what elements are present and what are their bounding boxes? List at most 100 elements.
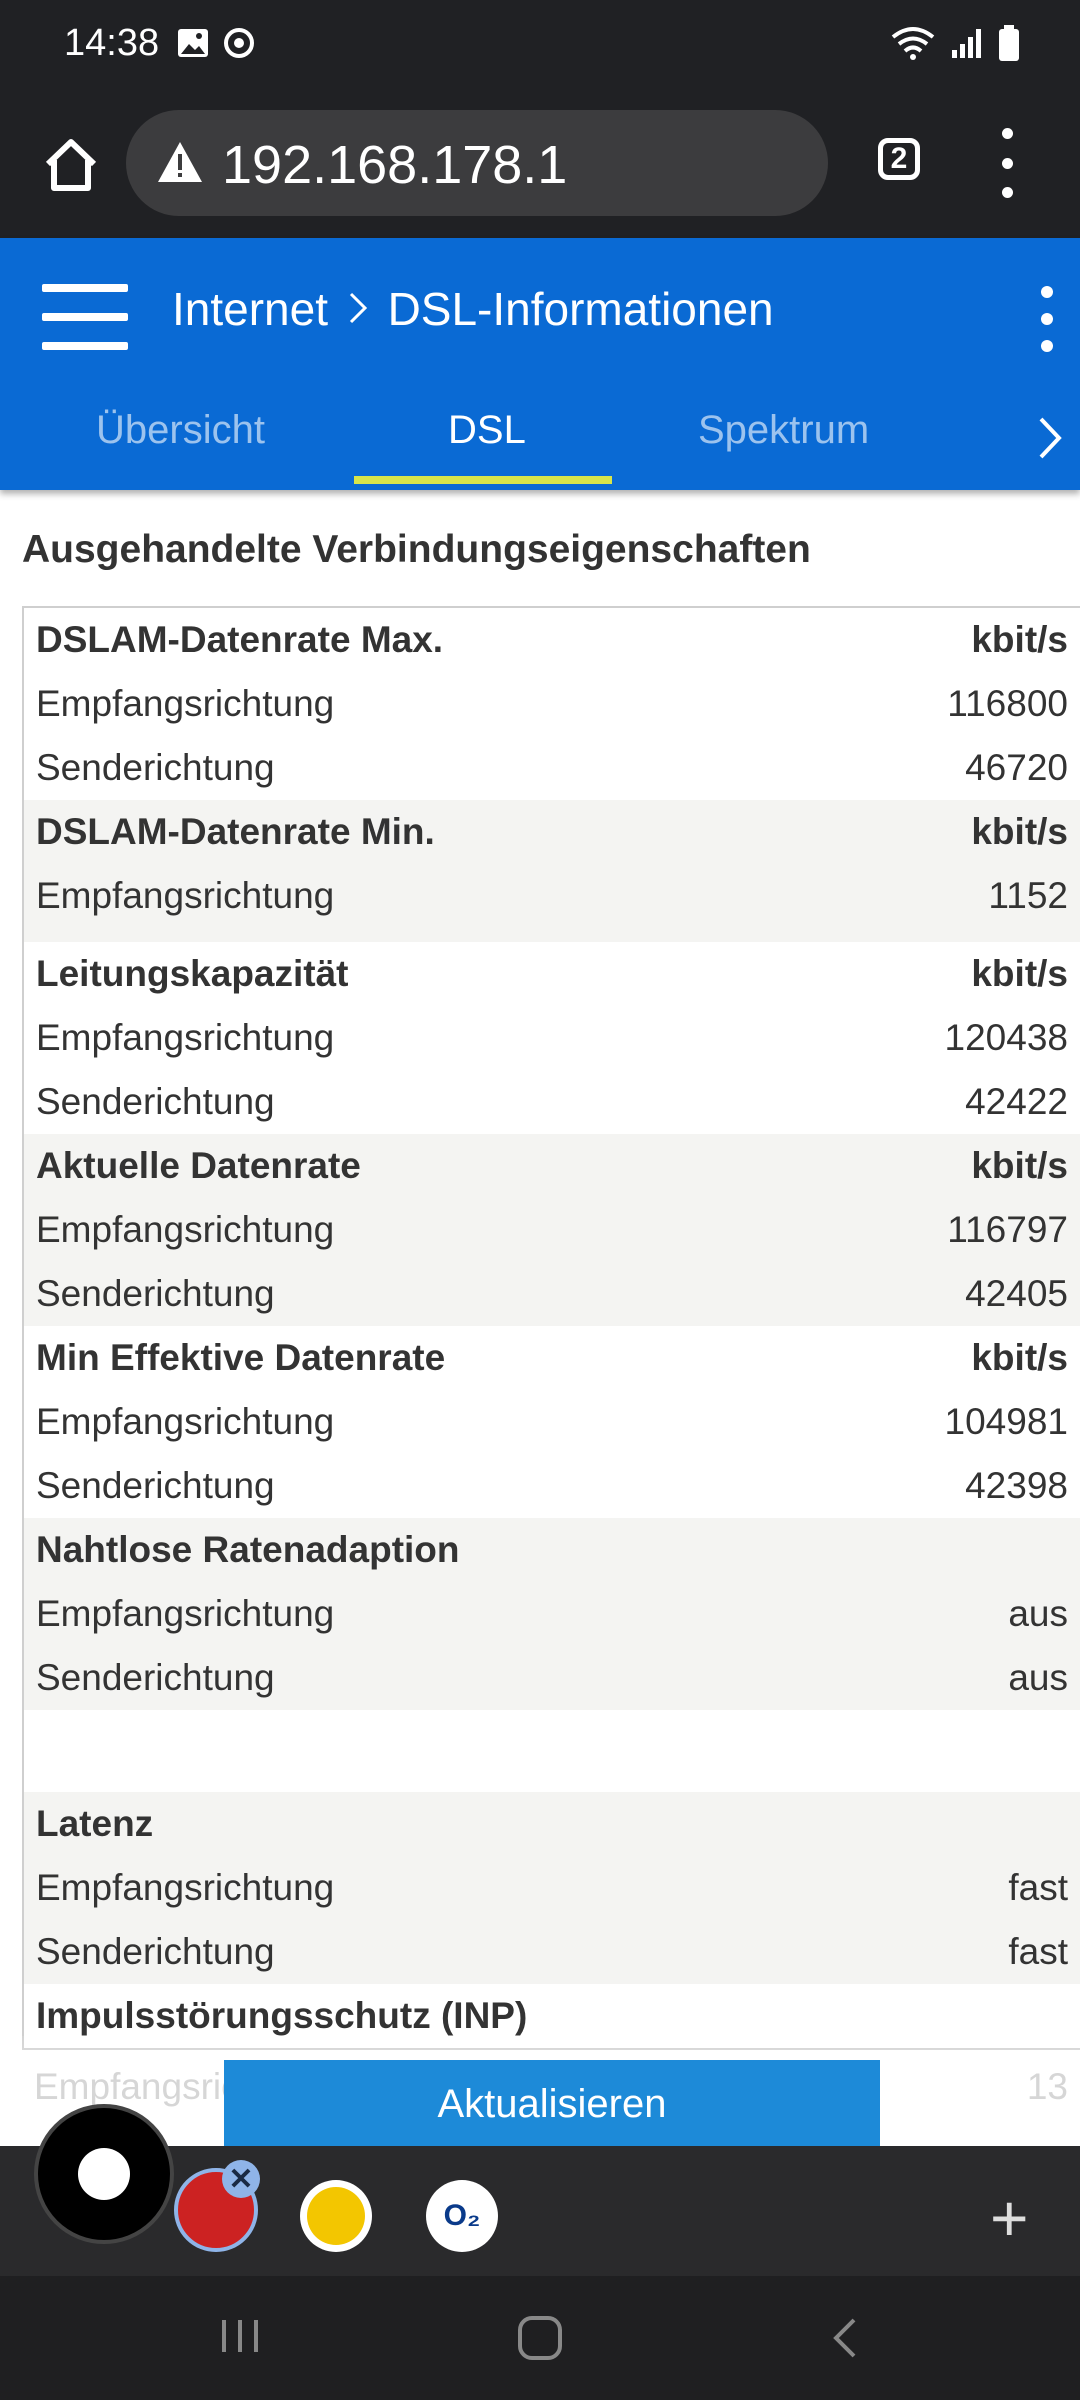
- group-unit: kbit/s: [971, 1145, 1068, 1186]
- group-title: Impulsstörungsschutz (INP): [36, 1995, 528, 2036]
- tabs-next-icon[interactable]: [1036, 414, 1064, 467]
- group-unit: kbit/s: [971, 811, 1068, 852]
- group-title: Aktuelle Datenrate: [36, 1145, 361, 1186]
- group-dslam-max: DSLAM-Datenrate Max. kbit/s Empfangsricht…: [24, 608, 1080, 800]
- add-shortcut-icon[interactable]: +: [990, 2180, 1029, 2256]
- row-value: 42405: [965, 1273, 1068, 1314]
- group-title: Latenz: [36, 1803, 154, 1844]
- group-header: DSLAM-Datenrate Max. kbit/s: [24, 608, 1080, 672]
- system-nav-bar: [0, 2276, 1080, 2400]
- group-dslam-min: DSLAM-Datenrate Min. kbit/s Empfangsricht…: [24, 800, 1080, 942]
- row-label: Empfangsrichtung: [36, 875, 335, 916]
- row-label: Senderichtung: [36, 747, 275, 788]
- browser-toolbar: 192.168.178.1 2: [0, 92, 1080, 238]
- group-unit: kbit/s: [971, 1337, 1068, 1378]
- url-text: 192.168.178.1: [222, 135, 568, 195]
- group-header: DSLAM-Datenrate Min. kbit/s: [24, 800, 1080, 864]
- recent-apps-icon[interactable]: [218, 2314, 262, 2363]
- section-title: Ausgehandelte Verbindungseigenschaften: [22, 528, 811, 571]
- row-label: Senderichtung: [36, 1273, 275, 1314]
- tab-ubersicht[interactable]: Übersicht: [96, 408, 265, 453]
- row-label: Empfangsrichtung: [36, 1401, 335, 1442]
- group-header: Aktuelle Datenrate kbit/s: [24, 1134, 1080, 1198]
- status-bar: 14:38: [0, 0, 1080, 92]
- row-value: 104981: [944, 1401, 1068, 1442]
- table-row: Empfangsrichtung aus: [24, 1582, 1080, 1646]
- group-title: Nahtlose Ratenadaption: [36, 1529, 460, 1570]
- tab-dsl[interactable]: DSL: [448, 408, 526, 453]
- row-value: 46720: [965, 747, 1068, 788]
- table-row: Senderichtung fast: [24, 1920, 1080, 1984]
- row-value: aus: [1008, 1657, 1068, 1698]
- group-header: Nahtlose Ratenadaption: [24, 1518, 1080, 1582]
- row-label: Senderichtung: [36, 1465, 275, 1506]
- row-value: 42398: [965, 1465, 1068, 1506]
- row-value: fast: [1008, 1867, 1068, 1908]
- table-row: Empfangsrichtung 116800: [24, 672, 1080, 736]
- row-label: Empfangsrichtung: [36, 683, 335, 724]
- group-title: Leitungskapazität: [36, 953, 349, 994]
- back-icon[interactable]: [826, 2314, 862, 2367]
- globe-icon: [78, 2148, 130, 2200]
- group-title: DSLAM-Datenrate Max.: [36, 619, 444, 660]
- url-bar[interactable]: 192.168.178.1: [126, 110, 828, 216]
- browser-menu-icon[interactable]: [992, 128, 1022, 198]
- row-value: 120438: [944, 1017, 1068, 1058]
- signal-icon: [950, 26, 984, 65]
- home-nav-icon[interactable]: [516, 2314, 564, 2367]
- table-row: Senderichtung aus: [24, 1646, 1080, 1710]
- table-row: Empfangsrichtung fast: [24, 1856, 1080, 1920]
- group-line-capacity: Leitungskapazität kbit/s Empfangsrichtung…: [24, 942, 1080, 1134]
- status-time: 14:38: [64, 22, 160, 64]
- wifi-icon: [890, 25, 936, 66]
- row-value: 13: [1026, 2066, 1068, 2107]
- group-title: DSLAM-Datenrate Min.: [36, 811, 435, 852]
- battery-icon: [998, 24, 1020, 67]
- update-button[interactable]: Aktualisieren: [224, 2060, 880, 2148]
- row-label: Senderichtung: [36, 1081, 275, 1122]
- row-value: fast: [1008, 1931, 1068, 1972]
- breadcrumb-parent[interactable]: Internet: [172, 283, 328, 335]
- table-gap: [24, 1710, 1080, 1792]
- row-label: Empfangsrichtung: [36, 1209, 335, 1250]
- floating-action-button[interactable]: [34, 2104, 174, 2244]
- connection-properties-table: DSLAM-Datenrate Max. kbit/s Empfangsricht…: [22, 606, 1080, 2050]
- group-current-rate: Aktuelle Datenrate kbit/s Empfangsrichtun…: [24, 1134, 1080, 1326]
- group-title: Min Effektive Datenrate: [36, 1337, 446, 1378]
- row-label: Senderichtung: [36, 1931, 275, 1972]
- table-row: Senderichtung 42422: [24, 1070, 1080, 1134]
- group-seamless-rate-adaption: Nahtlose Ratenadaption Empfangsrichtung a…: [24, 1518, 1080, 1710]
- group-header: Leitungskapazität kbit/s: [24, 942, 1080, 1006]
- row-value: 116800: [947, 683, 1068, 724]
- table-row: Empfangsrichtung 1152: [24, 864, 1080, 928]
- row-value: 1152: [988, 875, 1068, 916]
- home-icon[interactable]: [36, 130, 106, 200]
- group-unit: kbit/s: [971, 953, 1068, 994]
- row-value: 42422: [965, 1081, 1068, 1122]
- table-row: Empfangsrichtung 120438: [24, 1006, 1080, 1070]
- bank-shortcut-icon[interactable]: [300, 2180, 372, 2252]
- row-label: Senderichtung: [36, 1657, 275, 1698]
- table-row: Senderichtung 46720: [24, 736, 1080, 800]
- warning-icon[interactable]: [156, 140, 204, 189]
- hamburger-menu-icon[interactable]: [42, 284, 128, 350]
- tab-switcher-button[interactable]: 2: [878, 138, 920, 180]
- group-min-effective-rate: Min Effektive Datenrate kbit/s Empfangsri…: [24, 1326, 1080, 1518]
- group-header: Latenz: [24, 1792, 1080, 1856]
- active-tab-indicator: [354, 476, 612, 484]
- row-value: aus: [1008, 1593, 1068, 1634]
- close-icon[interactable]: ✕: [222, 2160, 260, 2198]
- overflow-menu-icon[interactable]: [1040, 286, 1054, 352]
- breadcrumb-current: DSL-Informationen: [387, 283, 774, 335]
- row-label: Empfangsrichtung: [36, 1593, 335, 1634]
- group-unit: kbit/s: [971, 619, 1068, 660]
- table-row: Senderichtung 42398: [24, 1454, 1080, 1518]
- row-value: 116797: [947, 1209, 1068, 1250]
- sync-icon: [222, 26, 256, 65]
- o2-shortcut-icon[interactable]: O₂: [426, 2180, 498, 2252]
- group-latency: Latenz Empfangsrichtung fast Senderichtun…: [24, 1792, 1080, 1984]
- gallery-icon: [176, 26, 210, 65]
- breadcrumb: Internet DSL-Informationen: [172, 282, 774, 336]
- table-row: Empfangsrichtung 116797: [24, 1198, 1080, 1262]
- tab-spektrum[interactable]: Spektrum: [698, 408, 869, 453]
